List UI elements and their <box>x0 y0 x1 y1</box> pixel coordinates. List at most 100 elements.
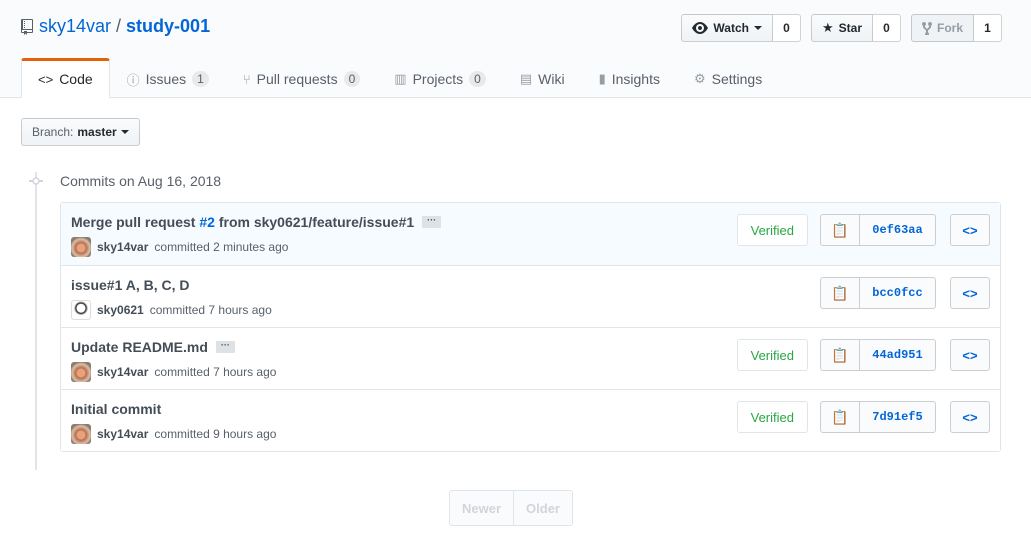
commit-title-text: Initial commit <box>71 401 162 417</box>
copy-sha-button[interactable]: 📋 <box>820 277 860 309</box>
commit-row: Update README.md ··· sky14var committed … <box>61 327 1000 389</box>
browse-repo-button[interactable]: <> <box>950 339 990 371</box>
fork-label: Fork <box>936 21 963 35</box>
caret-down-icon <box>753 26 762 30</box>
eye-icon <box>692 22 709 34</box>
commit-title[interactable]: issue#1 A, B, C, D <box>71 277 190 293</box>
tab-counter: 0 <box>469 71 486 87</box>
tab-projects[interactable]: ▥ Projects 0 <box>377 58 503 98</box>
verified-badge[interactable]: Verified <box>736 214 808 246</box>
tab-label: Issues <box>145 71 187 87</box>
code-icon: <> <box>962 285 978 301</box>
commit-title-text: Update README.md <box>71 339 208 355</box>
watch-count[interactable]: 0 <box>772 14 801 42</box>
branch-value: master <box>77 125 117 139</box>
tab-wiki[interactable]: ▤ Wiki <box>503 58 582 98</box>
expand-message-button[interactable]: ··· <box>422 216 442 228</box>
avatar[interactable] <box>71 362 91 382</box>
commit-sha-link[interactable]: bcc0fcc <box>860 277 936 309</box>
commit-title-text: Merge pull request <box>71 214 200 230</box>
avatar[interactable] <box>71 424 91 444</box>
older-button[interactable]: Older <box>514 490 573 526</box>
clipboard-icon: 📋 <box>831 221 849 238</box>
expand-message-button[interactable]: ··· <box>215 341 235 353</box>
commit-title[interactable]: Update README.md ··· <box>71 339 235 355</box>
commit-author[interactable]: sky14var <box>97 427 148 441</box>
tab-insights[interactable]: ▮ Insights <box>582 58 677 98</box>
browse-repo-button[interactable]: <> <box>950 214 990 246</box>
book-icon: ▤ <box>519 71 533 86</box>
watch-label: Watch <box>713 21 749 35</box>
repo-owner-link[interactable]: sky14var <box>39 16 111 37</box>
pull-request-icon: ⑂ <box>242 71 251 87</box>
tab-counter: 1 <box>192 71 209 87</box>
tab-issues[interactable]: ⓘ Issues 1 <box>110 58 226 98</box>
commit-title-text: issue#1 A, B, C, D <box>71 277 190 293</box>
commit-meta: sky14var committed 9 hours ago <box>71 424 276 444</box>
newer-button[interactable]: Newer <box>449 490 515 526</box>
clipboard-icon: 📋 <box>831 284 849 301</box>
repo-actions: Watch 0 ★ Star 0 Fork 1 <box>681 14 1002 42</box>
repo-name-link[interactable]: study-001 <box>126 16 210 37</box>
commit-time: committed 9 hours ago <box>154 427 277 441</box>
commit-row: Merge pull request #2 from sky0621/featu… <box>61 203 1000 265</box>
commit-time: committed 7 hours ago <box>149 303 272 317</box>
branch-select[interactable]: Branch: master <box>21 118 140 146</box>
commit-author[interactable]: sky14var <box>97 240 148 254</box>
caret-down-icon <box>120 130 129 134</box>
tab-label: Pull requests <box>256 71 338 87</box>
commit-row: issue#1 A, B, C, D sky0621 committed 7 h… <box>61 265 1000 327</box>
commit-sha-link[interactable]: 44ad951 <box>860 339 936 371</box>
path-separator: / <box>116 16 122 36</box>
tab-pull-requests[interactable]: ⑂ Pull requests 0 <box>226 58 377 98</box>
copy-sha-button[interactable]: 📋 <box>820 214 860 246</box>
repo-icon <box>21 18 33 35</box>
avatar[interactable] <box>71 300 91 320</box>
commit-time: committed 7 hours ago <box>154 365 277 379</box>
gear-icon: ⚙ <box>693 71 706 86</box>
code-icon: <> <box>962 222 978 238</box>
star-button[interactable]: ★ Star <box>810 14 873 42</box>
verified-badge[interactable]: Verified <box>736 401 808 433</box>
commit-group-title: Commits on Aug 16, 2018 <box>60 173 222 189</box>
watch-button[interactable]: Watch <box>681 14 773 42</box>
avatar[interactable] <box>71 237 91 257</box>
copy-sha-button[interactable]: 📋 <box>820 339 860 371</box>
tab-label: Settings <box>711 71 763 87</box>
commit-icon <box>29 177 43 185</box>
fork-button[interactable]: Fork <box>910 14 974 42</box>
commit-sha-link[interactable]: 7d91ef5 <box>860 401 936 433</box>
repo-title: sky14var / study-001 <box>21 16 210 37</box>
browse-repo-button[interactable]: <> <box>950 401 990 433</box>
commit-sha-link[interactable]: 0ef63aa <box>860 214 936 246</box>
tab-label: Code <box>59 71 93 87</box>
star-label: Star <box>838 21 862 35</box>
browse-repo-button[interactable]: <> <box>950 277 990 309</box>
star-count[interactable]: 0 <box>872 14 901 42</box>
fork-count[interactable]: 1 <box>974 14 1002 42</box>
commit-title[interactable]: Initial commit <box>71 401 161 417</box>
commit-timeline-line <box>35 172 37 470</box>
commit-time: committed 2 minutes ago <box>154 240 289 254</box>
commit-list: Merge pull request #2 from sky0621/featu… <box>60 202 1001 452</box>
tab-code[interactable]: <> Code <box>21 58 110 98</box>
code-icon: <> <box>962 409 978 425</box>
repo-nav-tabs: <> Code ⓘ Issues 1 ⑂ Pull requests 0 ▥ P… <box>21 58 779 98</box>
clipboard-icon: 📋 <box>831 408 849 425</box>
code-icon: <> <box>38 71 54 87</box>
commit-title[interactable]: Merge pull request #2 from sky0621/featu… <box>71 214 442 230</box>
repo-header: sky14var / study-001 Watch 0 ★ Star 0 Fo… <box>0 0 1031 98</box>
clipboard-icon: 📋 <box>831 346 849 363</box>
issue-link[interactable]: #2 <box>199 214 215 230</box>
copy-sha-button[interactable]: 📋 <box>820 401 860 433</box>
project-icon: ▥ <box>394 71 407 86</box>
tab-label: Insights <box>611 71 660 87</box>
commit-author[interactable]: sky14var <box>97 365 148 379</box>
commit-title-text: from sky0621/feature/issue#1 <box>214 214 415 230</box>
commit-author[interactable]: sky0621 <box>97 303 144 317</box>
pagination: Newer Older <box>449 490 573 526</box>
verified-badge[interactable]: Verified <box>736 339 808 371</box>
commit-row: Initial commit sky14var committed 9 hour… <box>61 389 1000 451</box>
tab-settings[interactable]: ⚙ Settings <box>677 58 779 98</box>
tab-label: Projects <box>412 71 464 87</box>
